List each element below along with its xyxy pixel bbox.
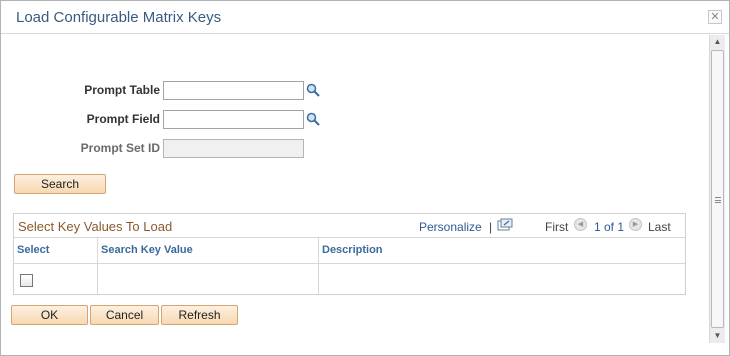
first-label: First bbox=[545, 220, 569, 234]
dialog: Load Configurable Matrix Keys ✕ Prompt T… bbox=[0, 0, 730, 356]
range-link[interactable]: 1 of 1 bbox=[594, 220, 624, 234]
row-select-checkbox[interactable] bbox=[20, 274, 33, 287]
grid-separator: | bbox=[489, 220, 493, 234]
cancel-button[interactable]: Cancel bbox=[90, 305, 159, 325]
prompt-set-id-input bbox=[163, 139, 304, 158]
table-row-description bbox=[319, 264, 685, 295]
vertical-scrollbar[interactable]: ▲ ▼ bbox=[709, 35, 725, 343]
prompt-table-label: Prompt Table bbox=[84, 83, 160, 97]
search-button[interactable]: Search bbox=[14, 174, 106, 194]
scrollbar-thumb[interactable] bbox=[711, 50, 724, 328]
prompt-set-id-label: Prompt Set ID bbox=[80, 141, 160, 155]
scroll-down-icon[interactable]: ▼ bbox=[710, 329, 725, 343]
column-header-select: Select bbox=[14, 238, 98, 264]
new-window-icon[interactable] bbox=[497, 218, 513, 232]
scroll-up-icon[interactable]: ▲ bbox=[710, 35, 725, 49]
last-label: Last bbox=[648, 220, 671, 234]
ok-button[interactable]: OK bbox=[11, 305, 88, 325]
prompt-field-input[interactable] bbox=[163, 110, 304, 129]
column-header-search-key-value: Search Key Value bbox=[98, 238, 319, 264]
next-icon: ▶ bbox=[629, 218, 642, 231]
table-row-select-cell bbox=[14, 264, 98, 295]
prompt-table-lookup-icon[interactable] bbox=[306, 83, 320, 97]
column-header-description: Description bbox=[319, 238, 685, 264]
table-row-search-key-value bbox=[98, 264, 319, 295]
personalize-link[interactable]: Personalize bbox=[419, 220, 482, 234]
previous-icon: ◀ bbox=[574, 218, 587, 231]
prompt-field-label: Prompt Field bbox=[86, 112, 160, 126]
dialog-title: Load Configurable Matrix Keys bbox=[16, 9, 222, 26]
close-icon[interactable]: ✕ bbox=[708, 10, 722, 24]
grid-title: Select Key Values To Load bbox=[18, 219, 173, 234]
prompt-field-lookup-icon[interactable] bbox=[306, 112, 320, 126]
grip-icon bbox=[715, 197, 721, 203]
refresh-button[interactable]: Refresh bbox=[161, 305, 238, 325]
key-values-grid: Select Key Values To Load Personalize | … bbox=[13, 213, 686, 295]
prompt-table-input[interactable] bbox=[163, 81, 304, 100]
grid-header: Select Key Values To Load Personalize | … bbox=[14, 214, 685, 238]
dialog-titlebar: Load Configurable Matrix Keys ✕ bbox=[1, 1, 729, 34]
